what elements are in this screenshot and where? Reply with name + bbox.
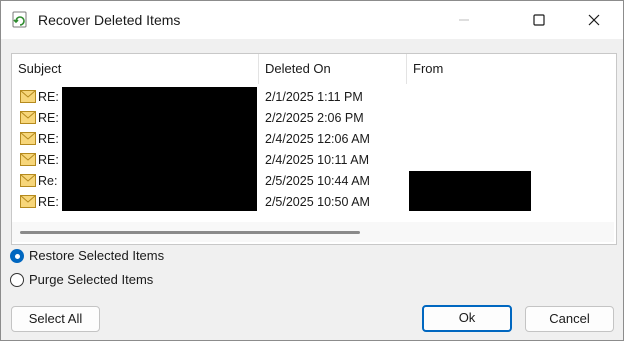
horizontal-scrollbar[interactable] <box>12 222 614 242</box>
select-all-button[interactable]: Select All <box>11 306 100 332</box>
item-deleted-on: 2/2/2025 2:06 PM <box>265 111 364 125</box>
purge-option[interactable]: Purge Selected Items <box>10 271 210 291</box>
item-deleted-on: 2/4/2025 12:06 AM <box>265 132 370 146</box>
restore-option-label: Restore Selected Items <box>29 248 165 263</box>
item-deleted-on: 2/4/2025 10:11 AM <box>265 153 370 167</box>
item-subject: RE: <box>38 90 59 104</box>
envelope-icon <box>20 153 36 166</box>
list-header: Subject Deleted On From <box>12 54 616 84</box>
close-button[interactable] <box>571 1 617 39</box>
maximize-button[interactable] <box>516 1 562 39</box>
restore-option[interactable]: Restore Selected Items <box>10 247 210 267</box>
cancel-button[interactable]: Cancel <box>525 306 614 332</box>
column-header-from[interactable]: From <box>407 54 607 84</box>
envelope-icon <box>20 132 36 145</box>
envelope-icon <box>20 195 36 208</box>
recover-app-icon <box>12 11 27 28</box>
scrollbar-thumb[interactable] <box>20 231 360 234</box>
window-title: Recover Deleted Items <box>38 12 181 28</box>
title-bar: Recover Deleted Items <box>1 1 623 39</box>
item-subject: RE: <box>38 195 59 209</box>
redaction-from <box>409 171 531 211</box>
ok-button[interactable]: Ok <box>422 305 512 332</box>
redaction-subject <box>62 87 257 211</box>
column-header-subject[interactable]: Subject <box>12 54 258 84</box>
deleted-items-list[interactable]: Subject Deleted On From RE: 2/1/2025 1:1… <box>11 53 617 245</box>
maximize-icon <box>533 14 545 26</box>
minimize-button[interactable] <box>441 1 487 39</box>
item-subject: RE: <box>38 153 59 167</box>
item-subject: Re: <box>38 174 58 188</box>
item-deleted-on: 2/5/2025 10:50 AM <box>265 195 370 209</box>
item-deleted-on: 2/1/2025 1:11 PM <box>265 90 363 104</box>
envelope-icon <box>20 174 36 187</box>
radio-selected-icon[interactable] <box>10 249 24 263</box>
radio-unselected-icon[interactable] <box>10 273 24 287</box>
item-deleted-on: 2/5/2025 10:44 AM <box>265 174 370 188</box>
item-subject: RE: <box>38 132 59 146</box>
close-icon <box>588 14 600 26</box>
item-subject: RE: <box>38 111 59 125</box>
minimize-icon <box>459 19 469 21</box>
purge-option-label: Purge Selected Items <box>29 272 154 287</box>
column-header-deleted-on[interactable]: Deleted On <box>259 54 406 84</box>
envelope-icon <box>20 111 36 124</box>
envelope-icon <box>20 90 36 103</box>
recover-deleted-items-dialog: Recover Deleted Items Subject Deleted On… <box>0 0 624 341</box>
